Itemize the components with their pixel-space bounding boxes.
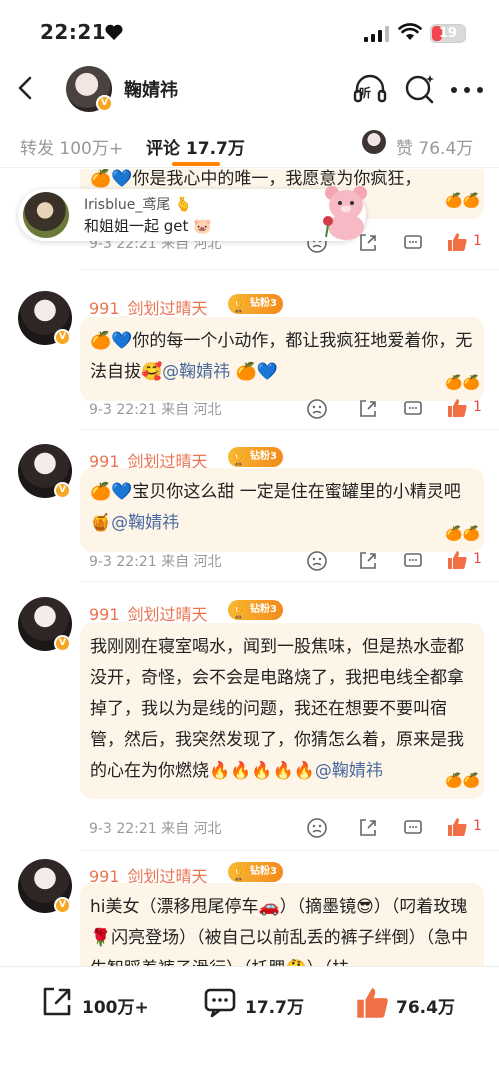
thumbs-up-icon[interactable] xyxy=(446,231,468,253)
comment-meta: 9-3 22:21 来自 河北 xyxy=(89,402,222,418)
tab-repost[interactable]: 转发 100万+ xyxy=(20,134,123,159)
fan-badge: 🏆 钻粉3 xyxy=(228,447,283,467)
fan-badge-label: 钻粉3 xyxy=(250,604,277,615)
orange-decoration-icon: 🍊🍊 xyxy=(445,526,480,542)
status-bar: 22:21 19 xyxy=(0,0,499,62)
thumbs-up-filled-icon xyxy=(357,988,388,1018)
emoji-reaction-icon[interactable] xyxy=(306,817,328,839)
trophy-icon: 🏆 xyxy=(231,452,246,466)
heart-icon xyxy=(105,24,123,40)
popup-avatar xyxy=(23,192,69,238)
ai-search-icon[interactable] xyxy=(403,71,437,105)
share-icon[interactable] xyxy=(357,398,379,420)
comment-text: 我刚刚在寝室喝水，闻到一股焦味，但是热水壶都没开，奇怪，会不会是电路烧了，我把电… xyxy=(90,637,464,781)
comment-icon xyxy=(204,988,236,1018)
reaction-popup[interactable]: Irisblue_鸢尾 🫰 和姐姐一起 get 🐷 xyxy=(18,186,367,241)
like-count-total: 76.4万 xyxy=(396,998,455,1018)
comment-divider xyxy=(80,581,499,582)
top-nav: V 鞠婧祎 听 xyxy=(0,62,499,116)
battery-indicator: 19 xyxy=(430,24,466,43)
comment-text-tail: 🍊💙 xyxy=(230,362,278,382)
comment-bubble[interactable]: 🍊💙宝贝你这么甜 一定是住在蜜罐里的小精灵吧🍯@鞠婧祎 🍊🍊 xyxy=(80,468,484,552)
orange-decoration-icon: 🍊🍊 xyxy=(445,773,480,789)
comment-button[interactable]: 17.7万 xyxy=(203,985,313,1021)
listen-label: 听 xyxy=(359,86,372,100)
comment-divider xyxy=(80,429,499,430)
reply-icon[interactable] xyxy=(402,550,424,572)
like-count: 1 xyxy=(473,551,482,567)
emoji-reaction-icon[interactable] xyxy=(306,550,328,572)
author-name[interactable]: 鞠婧祎 xyxy=(124,76,178,102)
like-count: 1 xyxy=(473,233,482,249)
commenter-name[interactable]: 991_剑划过晴天 xyxy=(89,601,208,625)
orange-decoration-icon: 🍊🍊 xyxy=(445,193,480,209)
verified-badge-icon: V xyxy=(96,95,113,112)
fan-badge-label: 钻粉3 xyxy=(250,451,277,462)
repost-icon xyxy=(43,987,71,1016)
comment-bubble[interactable]: hi美女（漂移甩尾停车🚗）（摘墨镜😎）（叼着玫瑰🌹闪亮登场）（被自己以前乱丢的裤… xyxy=(80,883,484,966)
vip-badge-icon: V xyxy=(54,482,71,499)
popup-username: Irisblue_鸢尾 🫰 xyxy=(84,197,193,213)
vip-badge-icon: V xyxy=(54,329,71,346)
reply-icon[interactable] xyxy=(402,398,424,420)
tab-comments[interactable]: 评论 17.7万 xyxy=(146,134,245,159)
repost-button[interactable]: 100万+ xyxy=(40,985,160,1021)
share-icon[interactable] xyxy=(357,817,379,839)
teddy-bear-sticker-icon xyxy=(323,186,367,240)
active-tab-indicator xyxy=(172,162,220,166)
repost-count: 100万+ xyxy=(82,998,149,1018)
emoji-reaction-icon[interactable] xyxy=(306,398,328,420)
trophy-icon: 🏆 xyxy=(231,299,246,313)
fan-badge: 🏆 钻粉3 xyxy=(228,294,283,314)
mention-link[interactable]: @鞠婧祎 xyxy=(111,513,179,533)
comment-meta: 9-3 22:21 来自 河北 xyxy=(89,554,222,570)
comment-count: 17.7万 xyxy=(245,998,304,1018)
fan-badge: 🏆 钻粉3 xyxy=(228,862,283,882)
liker-avatar xyxy=(362,130,386,154)
comment-bubble[interactable]: 🍊💙你的每一个小动作，都让我疯狂地爱着你，无法自拔🥰@鞠婧祎 🍊💙 🍊🍊 xyxy=(80,317,484,401)
comment-feed[interactable]: 🍊💙你是我心中的唯一，我愿意为你疯狂， 🍊🍊 9-3 22:21 来自 河北 1… xyxy=(0,169,499,966)
comment-divider xyxy=(80,850,499,851)
status-time: 22:21 xyxy=(40,20,107,44)
trophy-icon: 🏆 xyxy=(231,605,246,619)
reply-icon[interactable] xyxy=(402,817,424,839)
cellular-signal-icon xyxy=(364,26,389,42)
battery-level: 19 xyxy=(438,26,458,41)
commenter-name[interactable]: 991_剑划过晴天 xyxy=(89,295,208,319)
comment-meta: 9-3 22:21 来自 河北 xyxy=(89,821,222,837)
fan-badge: 🏆 钻粉3 xyxy=(228,600,283,620)
vip-badge-icon: V xyxy=(54,897,71,914)
bottom-action-bar: 100万+ 17.7万 76.4万 xyxy=(0,966,499,1080)
orange-decoration-icon: 🍊🍊 xyxy=(445,375,480,391)
reply-icon[interactable] xyxy=(402,232,424,254)
thumbs-up-icon[interactable] xyxy=(446,397,468,419)
comment-text: hi美女（漂移甩尾停车🚗）（摘墨镜😎）（叼着玫瑰🌹闪亮登场）（被自己以前乱丢的裤… xyxy=(90,897,469,966)
wifi-icon xyxy=(398,23,422,40)
popup-text: 和姐姐一起 get 🐷 xyxy=(84,217,212,235)
like-count: 1 xyxy=(473,818,482,834)
thumbs-up-icon[interactable] xyxy=(446,816,468,838)
more-options-icon[interactable] xyxy=(450,86,484,94)
mention-link[interactable]: @鞠婧祎 xyxy=(315,761,383,781)
tab-bar: 转发 100万+ 评论 17.7万 赞 76.4万 xyxy=(0,118,499,168)
share-icon[interactable] xyxy=(357,550,379,572)
comment-bubble[interactable]: 我刚刚在寝室喝水，闻到一股焦味，但是热水壶都没开，奇怪，会不会是电路烧了，我把电… xyxy=(80,623,484,799)
like-button[interactable]: 76.4万 xyxy=(354,985,474,1021)
comment-text: 🍊💙你的每一个小动作，都让我疯狂地爱着你，无法自拔🥰 xyxy=(90,331,473,382)
thumbs-up-icon[interactable] xyxy=(446,549,468,571)
trophy-icon: 🏆 xyxy=(231,867,246,881)
comment-divider xyxy=(80,269,499,270)
fan-badge-label: 钻粉3 xyxy=(250,866,277,877)
like-count: 1 xyxy=(473,399,482,415)
vip-badge-icon: V xyxy=(54,635,71,652)
fan-badge-label: 钻粉3 xyxy=(250,298,277,309)
tab-likes[interactable]: 赞 76.4万 xyxy=(396,134,473,159)
mention-link[interactable]: @鞠婧祎 xyxy=(162,362,230,382)
back-arrow-icon[interactable] xyxy=(12,74,40,102)
